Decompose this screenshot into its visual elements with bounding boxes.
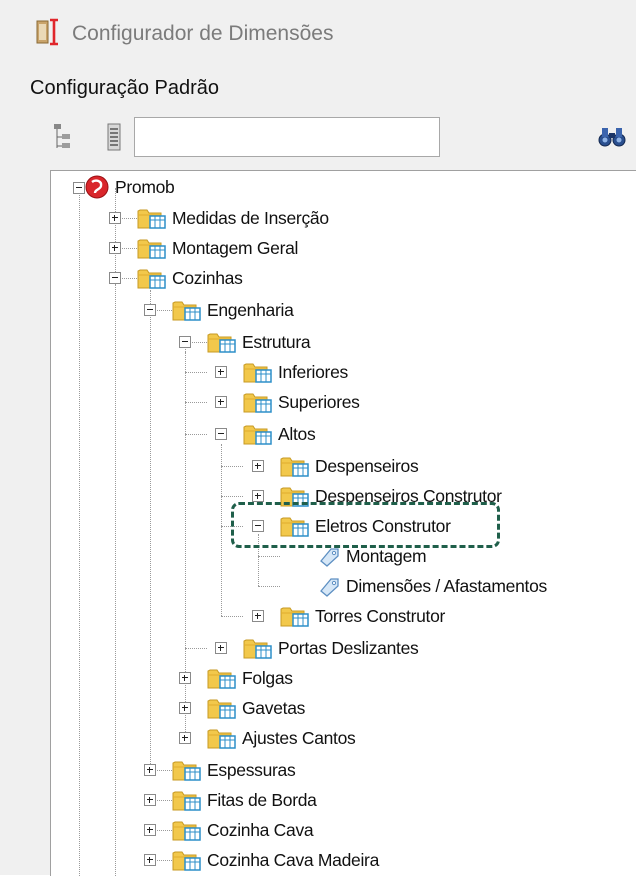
tree-node-label: Superiores	[278, 391, 360, 412]
tree-node-torres[interactable]: Torres Construtor	[280, 603, 445, 629]
tree-node-despenseiros[interactable]: Despenseiros	[280, 453, 419, 479]
tree-node-gavetas[interactable]: Gavetas	[207, 695, 305, 721]
tree-node-label: Espessuras	[207, 759, 296, 780]
collapse-toggle[interactable]	[144, 304, 156, 316]
tree-node-label: Fitas de Borda	[207, 789, 317, 810]
tree-node-engenharia[interactable]: Engenharia	[172, 297, 294, 323]
title-bar: Configurador de Dimensões	[0, 0, 636, 62]
tree-node-label: Montagem Geral	[172, 237, 299, 258]
folder-table-icon	[280, 605, 310, 627]
expand-toggle[interactable]	[252, 490, 264, 502]
expand-toggle[interactable]	[215, 366, 227, 378]
expand-toggle[interactable]	[144, 764, 156, 776]
folder-table-icon	[172, 849, 202, 871]
tree-node-label: Inferiores	[278, 361, 348, 382]
tree-node-montagem-geral[interactable]: Montagem Geral	[137, 235, 298, 261]
folder-table-icon	[280, 455, 310, 477]
expand-toggle[interactable]	[179, 672, 191, 684]
ruler-icon	[36, 18, 58, 46]
folder-table-icon	[207, 331, 237, 353]
tree-node-label: Engenharia	[207, 299, 294, 320]
folder-table-icon	[172, 759, 202, 781]
highlight-annotation-box	[231, 502, 500, 548]
tree-node-label: Cozinha Cava	[207, 819, 314, 840]
expand-toggle[interactable]	[109, 242, 121, 254]
tree-node-label: Promob	[115, 176, 175, 197]
expand-toggle[interactable]	[109, 212, 121, 224]
expand-toggle[interactable]	[179, 702, 191, 714]
folder-table-icon	[207, 697, 237, 719]
tag-icon	[317, 545, 341, 567]
expand-toggle[interactable]	[252, 610, 264, 622]
folder-table-icon	[243, 361, 273, 383]
collapse-toggle[interactable]	[179, 336, 191, 348]
tree-node-espessuras[interactable]: Espessuras	[172, 757, 296, 783]
folder-table-icon	[137, 267, 167, 289]
tree-node-label: Ajustes Cantos	[242, 727, 356, 748]
folder-table-icon	[207, 667, 237, 689]
tree-node-promob[interactable]: Promob	[84, 174, 175, 200]
tree-node-label: Gavetas	[242, 697, 306, 718]
folder-table-icon	[207, 727, 237, 749]
folder-table-icon	[137, 207, 167, 229]
tree-node-label: Dimensões / Afastamentos	[346, 575, 547, 596]
expand-toggle[interactable]	[215, 642, 227, 654]
tree-node-label: Despenseiros	[315, 455, 419, 476]
tree-node-label: Torres Construtor	[315, 605, 446, 626]
tree-node-altos[interactable]: Altos	[243, 421, 316, 447]
tree-node-estrutura[interactable]: Estrutura	[207, 329, 311, 355]
expand-toggle[interactable]	[144, 794, 156, 806]
tree-node-cozinhas[interactable]: Cozinhas	[137, 265, 243, 291]
tree-node-inferiores[interactable]: Inferiores	[243, 359, 348, 385]
folder-table-icon	[172, 299, 202, 321]
tree-node-medidas[interactable]: Medidas de Inserção	[137, 205, 329, 231]
collapse-toggle[interactable]	[109, 272, 121, 284]
collapse-tree-icon[interactable]	[104, 122, 124, 152]
tree-node-folgas[interactable]: Folgas	[207, 665, 293, 691]
folder-table-icon	[172, 789, 202, 811]
tree-node-label: Folgas	[242, 667, 293, 688]
tree-node-label: Cozinhas	[172, 267, 243, 288]
tree-node-superiores[interactable]: Superiores	[243, 389, 360, 415]
tree-node-label: Estrutura	[242, 331, 311, 352]
search-input[interactable]	[134, 117, 440, 157]
tree-node-label: Portas Deslizantes	[278, 637, 419, 658]
tag-icon	[317, 575, 341, 597]
tree-node-cozinha-cava-madeira[interactable]: Cozinha Cava Madeira	[172, 847, 379, 873]
tree-node-portas[interactable]: Portas Deslizantes	[243, 635, 419, 661]
expand-toggle[interactable]	[144, 854, 156, 866]
tree-node-fitas[interactable]: Fitas de Borda	[172, 787, 317, 813]
folder-table-icon	[243, 423, 273, 445]
folder-table-icon	[243, 637, 273, 659]
collapse-toggle[interactable]	[215, 428, 227, 440]
tree-node-label: Altos	[278, 423, 316, 444]
window-title: Configurador de Dimensões	[72, 22, 334, 45]
folder-table-icon	[243, 391, 273, 413]
tree-node-dimensoes[interactable]: Dimensões / Afastamentos	[317, 573, 547, 599]
expand-toggle[interactable]	[144, 824, 156, 836]
expand-tree-icon[interactable]	[52, 122, 72, 152]
folder-table-icon	[137, 237, 167, 259]
binoculars-find-icon[interactable]	[598, 126, 626, 148]
expand-toggle[interactable]	[179, 732, 191, 744]
tree-node-label: Cozinha Cava Madeira	[207, 849, 380, 870]
tree-node-ajustes[interactable]: Ajustes Cantos	[207, 725, 356, 751]
tree-node-cozinha-cava[interactable]: Cozinha Cava	[172, 817, 314, 843]
tree-node-label: Montagem	[346, 545, 427, 566]
folder-table-icon	[172, 819, 202, 841]
promob-logo-icon	[85, 175, 109, 199]
section-label: Configuração Padrão	[30, 77, 220, 99]
expand-toggle[interactable]	[252, 460, 264, 472]
tree-node-label: Medidas de Inserção	[172, 207, 329, 228]
expand-toggle[interactable]	[215, 396, 227, 408]
